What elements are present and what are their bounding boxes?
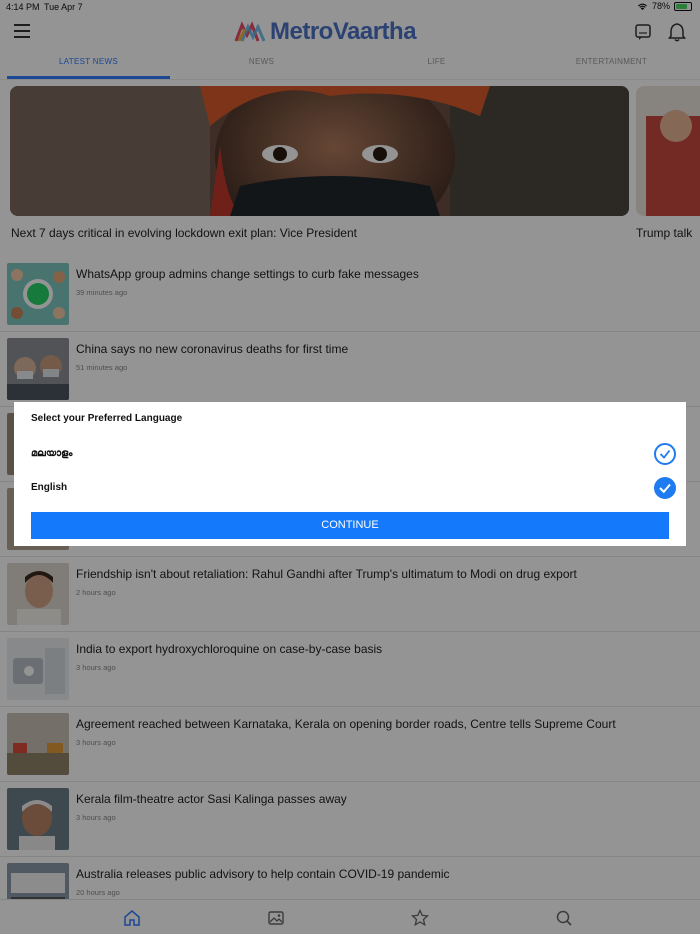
dialog-title: Select your Preferred Language	[31, 413, 183, 424]
check-circle-icon[interactable]	[654, 443, 676, 465]
language-option-english[interactable]: English	[14, 476, 686, 500]
check-circle-icon[interactable]	[654, 477, 676, 499]
continue-button[interactable]: CONTINUE	[31, 512, 669, 539]
language-label: മലയാളം	[31, 448, 73, 459]
language-dialog: Select your Preferred Language മലയാളം En…	[14, 402, 686, 546]
language-label: English	[31, 482, 68, 493]
language-option-malayalam[interactable]: മലയാളം	[14, 442, 686, 466]
